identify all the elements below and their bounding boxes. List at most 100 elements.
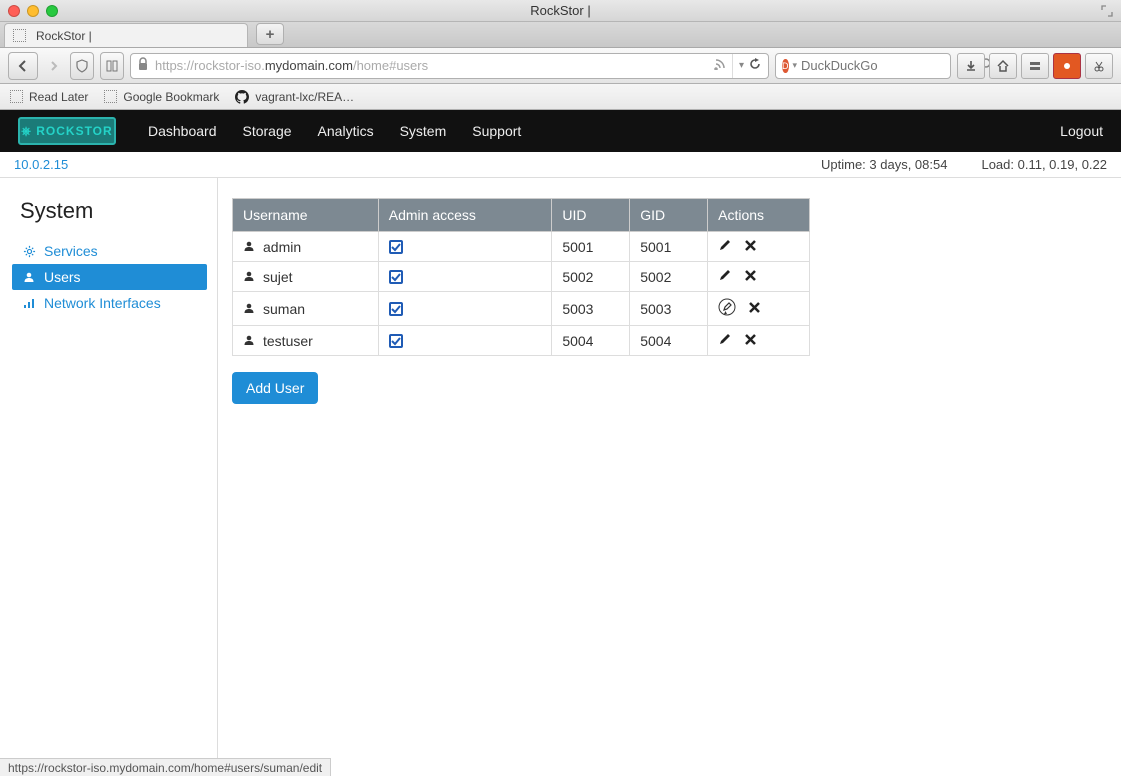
delete-icon[interactable] xyxy=(744,269,757,285)
bookmark-label: Google Bookmark xyxy=(123,90,219,104)
main-area: System Services Users Network Interfaces… xyxy=(0,178,1121,758)
reload-button[interactable] xyxy=(748,57,762,74)
back-icon xyxy=(16,59,30,73)
gid-cell: 5004 xyxy=(630,326,708,356)
clip-button[interactable] xyxy=(1085,53,1113,79)
admin-checkbox[interactable] xyxy=(389,334,403,348)
tab-favicon xyxy=(13,29,26,42)
sidebar-item-label: Users xyxy=(44,269,81,285)
load-text: Load: 0.11, 0.19, 0.22 xyxy=(981,157,1107,172)
search-dropdown-icon[interactable]: ▾ xyxy=(793,60,798,71)
reader-icon xyxy=(105,59,119,73)
browser-status-url: https://rockstor-iso.mydomain.com/home#u… xyxy=(0,758,331,776)
content-area: Username Admin access UID GID Actions ad… xyxy=(218,178,1121,758)
downloads-button[interactable] xyxy=(957,53,985,79)
sidebar-item-label: Network Interfaces xyxy=(44,295,161,311)
nav-storage[interactable]: Storage xyxy=(243,123,292,139)
new-tab-button[interactable]: + xyxy=(256,23,284,45)
back-button[interactable] xyxy=(8,52,38,80)
table-header-row: Username Admin access UID GID Actions xyxy=(233,199,810,232)
username-cell: testuser xyxy=(263,333,313,349)
nav-dashboard[interactable]: Dashboard xyxy=(148,123,217,139)
home-button[interactable] xyxy=(989,53,1017,79)
status-bar: 10.0.2.15 Uptime: 3 days, 08:54 Load: 0.… xyxy=(0,152,1121,178)
sidebar-item-label: Services xyxy=(44,243,98,259)
admin-checkbox[interactable] xyxy=(389,302,403,316)
edit-icon[interactable] xyxy=(718,298,736,319)
bookmark-label: Read Later xyxy=(29,90,88,104)
nav-analytics[interactable]: Analytics xyxy=(318,123,374,139)
clip-icon xyxy=(1092,59,1106,73)
admin-checkbox[interactable] xyxy=(389,240,403,254)
table-row: suman50035003 xyxy=(233,292,810,326)
delete-icon[interactable] xyxy=(744,333,757,349)
forward-button[interactable] xyxy=(44,52,64,80)
browser-tab[interactable]: RockStor | xyxy=(4,23,248,47)
uptime-text: Uptime: 3 days, 08:54 xyxy=(821,157,947,172)
download-icon xyxy=(964,59,978,73)
gid-cell: 5001 xyxy=(630,232,708,262)
browser-tabstrip: RockStor | + xyxy=(0,22,1121,48)
table-row: admin50015001 xyxy=(233,232,810,262)
bookmark-vagrant[interactable]: vagrant-lxc/REA… xyxy=(235,90,354,104)
app-header: ⎈ ROCKSTOR Dashboard Storage Analytics S… xyxy=(0,110,1121,152)
edit-icon[interactable] xyxy=(718,238,732,255)
th-gid: GID xyxy=(630,199,708,232)
th-uid: UID xyxy=(552,199,630,232)
username-cell: suman xyxy=(263,301,305,317)
sidebar-heading: System xyxy=(20,198,207,224)
add-user-button[interactable]: Add User xyxy=(232,372,318,404)
ip-address[interactable]: 10.0.2.15 xyxy=(14,157,68,172)
bookmark-read-later[interactable]: Read Later xyxy=(10,90,88,104)
user-icon xyxy=(243,301,255,317)
bookmarks-button[interactable] xyxy=(1021,53,1049,79)
delete-icon[interactable] xyxy=(744,239,757,255)
delete-icon[interactable] xyxy=(748,301,761,317)
bookmarks-bar: Read Later Google Bookmark vagrant-lxc/R… xyxy=(0,84,1121,110)
search-input[interactable] xyxy=(801,58,977,73)
sun-icon xyxy=(1060,59,1074,73)
logout-link[interactable]: Logout xyxy=(1060,123,1103,139)
gid-cell: 5002 xyxy=(630,262,708,292)
mac-titlebar: RockStor | xyxy=(0,0,1121,22)
extension-button[interactable] xyxy=(1053,53,1081,79)
forward-icon xyxy=(48,60,60,72)
bookmarks-icon xyxy=(1028,59,1042,73)
bookmark-label: vagrant-lxc/REA… xyxy=(255,90,354,104)
edit-icon[interactable] xyxy=(718,332,732,349)
bookmark-google[interactable]: Google Bookmark xyxy=(104,90,219,104)
edit-icon[interactable] xyxy=(718,268,732,285)
gid-cell: 5003 xyxy=(630,292,708,326)
username-cell: admin xyxy=(263,239,301,255)
url-text: https://rockstor-iso.mydomain.com/home#u… xyxy=(155,58,708,73)
nav-system[interactable]: System xyxy=(400,123,447,139)
github-icon xyxy=(235,90,249,104)
toolbar-icons xyxy=(957,53,1113,79)
uid-cell: 5004 xyxy=(552,326,630,356)
browser-navbar: https://rockstor-iso.mydomain.com/home#u… xyxy=(0,48,1121,84)
lock-icon xyxy=(137,57,149,74)
sidebar: System Services Users Network Interfaces xyxy=(0,178,218,758)
sidebar-item-users[interactable]: Users xyxy=(12,264,207,290)
bookmark-icon xyxy=(104,90,117,103)
shield-icon xyxy=(75,59,89,73)
reload-icon xyxy=(748,57,762,71)
url-bar[interactable]: https://rockstor-iso.mydomain.com/home#u… xyxy=(130,53,769,79)
duckduckgo-icon: D xyxy=(782,59,789,73)
username-cell: sujet xyxy=(263,269,293,285)
admin-checkbox[interactable] xyxy=(389,270,403,284)
feed-icon[interactable] xyxy=(714,58,726,73)
reader-button[interactable] xyxy=(100,52,124,80)
user-icon xyxy=(243,333,255,349)
table-row: sujet 50025002 xyxy=(233,262,810,292)
nav-support[interactable]: Support xyxy=(472,123,521,139)
uid-cell: 5002 xyxy=(552,262,630,292)
user-icon xyxy=(22,271,36,283)
window-title: RockStor | xyxy=(0,3,1121,18)
dropdown-icon[interactable]: ▾ xyxy=(739,60,744,71)
search-bar[interactable]: D ▾ xyxy=(775,53,951,79)
sidebar-item-services[interactable]: Services xyxy=(12,238,207,264)
sidebar-item-network[interactable]: Network Interfaces xyxy=(12,290,207,316)
rockstor-logo[interactable]: ⎈ ROCKSTOR xyxy=(18,117,116,145)
shield-button[interactable] xyxy=(70,52,94,80)
